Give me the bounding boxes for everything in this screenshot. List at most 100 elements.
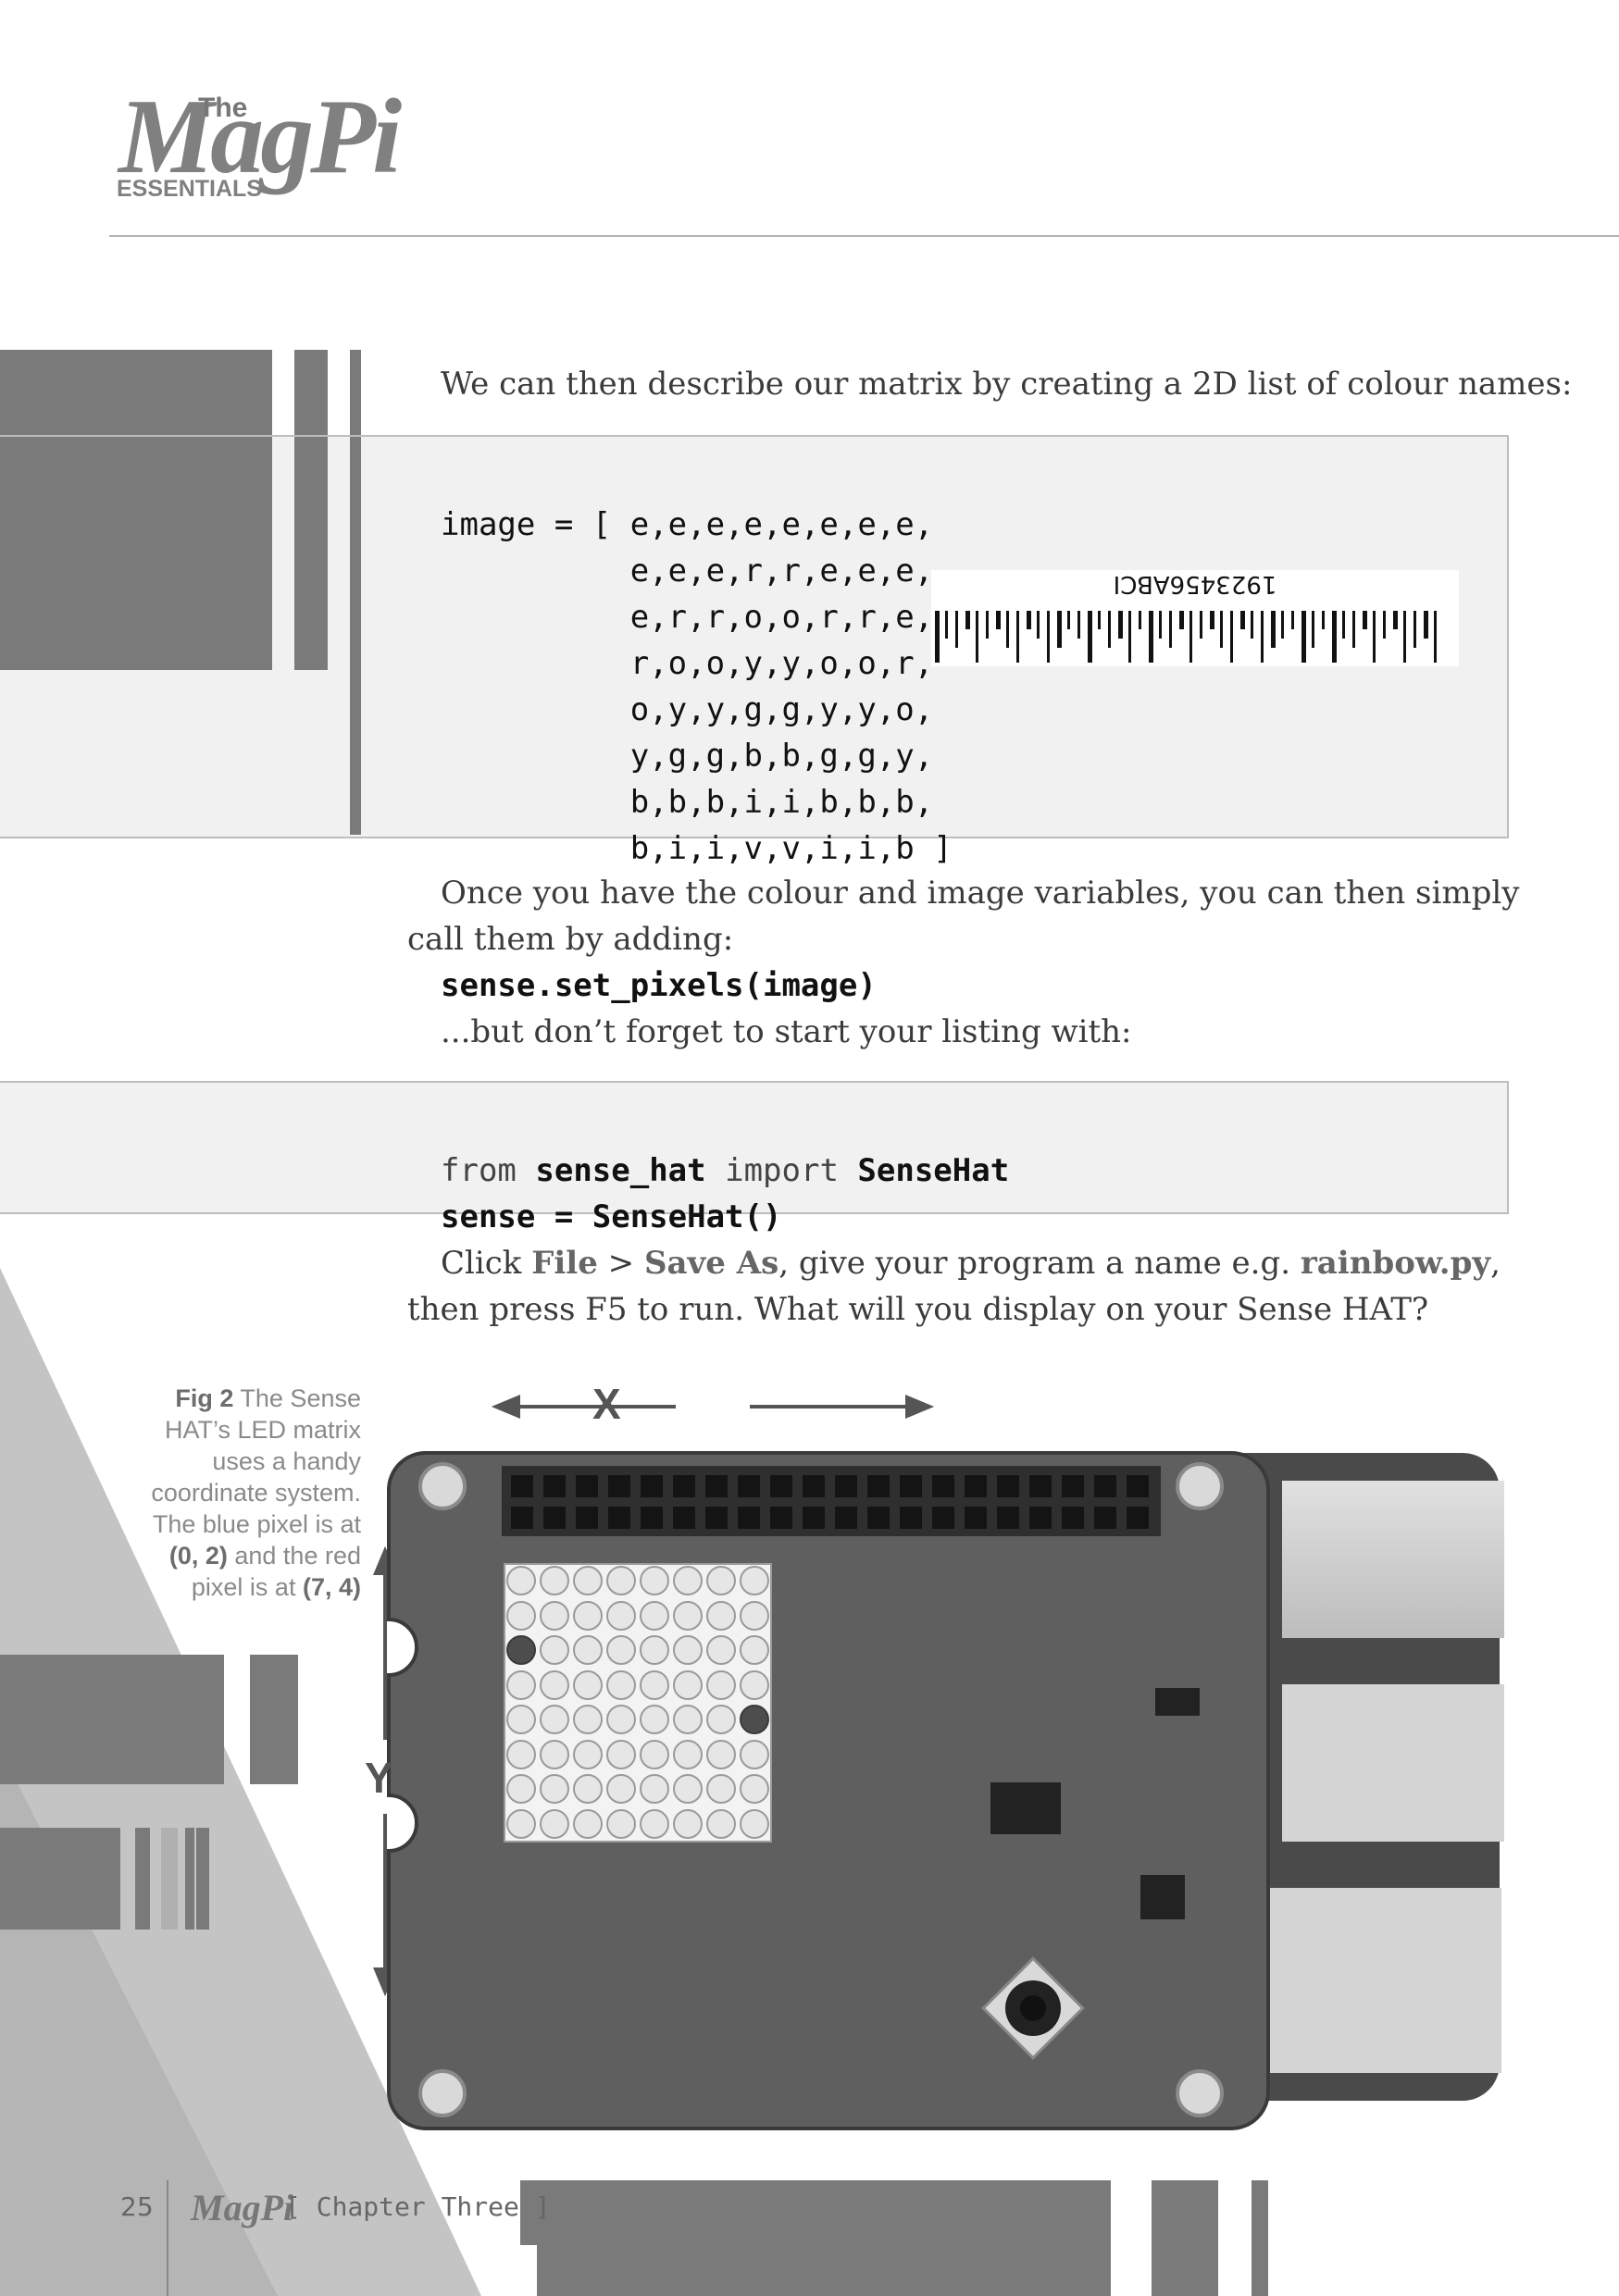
led-pixel xyxy=(673,1566,703,1595)
led-pixel xyxy=(540,1739,569,1769)
barcode-bar xyxy=(1363,611,1367,629)
led-pixel xyxy=(506,1669,536,1700)
led-pixel xyxy=(706,1600,736,1631)
barcode-bar xyxy=(986,611,989,639)
barcode-bar xyxy=(1067,611,1070,629)
gpio-pin xyxy=(770,1507,792,1529)
led-pixel xyxy=(740,1739,769,1769)
barcode-bar xyxy=(935,611,940,663)
caption-text: pixel is at xyxy=(191,1573,303,1601)
barcode-bar xyxy=(1159,611,1162,639)
led-pixel xyxy=(740,1635,769,1665)
barcode-bar xyxy=(1261,611,1264,663)
barcode-bar xyxy=(1312,611,1314,648)
led-pixel xyxy=(640,1600,669,1631)
gpio-pin xyxy=(738,1475,760,1497)
led-pixel xyxy=(673,1669,703,1700)
gpio-pin xyxy=(511,1475,533,1497)
set-pixels-code: sense.set_pixels(image) xyxy=(441,967,877,1004)
code-line: b,i,i,v,v,i,i,b ] xyxy=(441,830,953,867)
chip xyxy=(1155,1688,1200,1716)
led-pixel xyxy=(540,1774,569,1804)
save-as-label: Save As xyxy=(643,1245,779,1282)
led-pixel xyxy=(706,1774,736,1804)
gpio-pin xyxy=(673,1475,695,1497)
barcode-bar xyxy=(1301,611,1306,663)
led-pixel xyxy=(673,1774,703,1804)
chip xyxy=(1140,1875,1185,1919)
magpi-logo-essentials: ESSENTIALS xyxy=(117,176,262,202)
barcode-bar xyxy=(1200,611,1202,639)
chip xyxy=(990,1782,1061,1834)
y-axis-label: Y xyxy=(365,1754,393,1802)
decor-block xyxy=(537,2180,1111,2296)
footer-divider xyxy=(167,2180,168,2296)
gpio-pin xyxy=(608,1507,630,1529)
gpio-pin xyxy=(576,1507,598,1529)
code-line: e,e,e,r,r,e,e,e, xyxy=(441,552,934,590)
gpio-pin xyxy=(543,1507,566,1529)
led-pixel xyxy=(540,1705,569,1734)
barcode-bar xyxy=(1128,611,1131,663)
led-pixel xyxy=(506,1600,536,1631)
led-pixel xyxy=(573,1739,603,1769)
intro-paragraph: We can then describe our matrix by creat… xyxy=(441,366,1573,403)
decor-block xyxy=(0,1828,120,1930)
magpi-logo: MagPi xyxy=(118,78,402,196)
caption-text: The Sense xyxy=(233,1384,361,1412)
para2-line3: ...but don’t forget to start your listin… xyxy=(441,1013,1132,1050)
code-line-import: from sense_hat import SenseHat xyxy=(441,1148,1009,1194)
gpio-pin xyxy=(511,1507,533,1529)
gpio-pin xyxy=(1094,1507,1116,1529)
gpio-pin xyxy=(932,1475,954,1497)
gpio-pin xyxy=(641,1507,663,1529)
header-rule xyxy=(109,235,1619,237)
gpio-pin xyxy=(770,1475,792,1497)
led-pixel xyxy=(606,1669,636,1700)
barcode-bar xyxy=(1077,611,1080,639)
barcode-bar xyxy=(1220,611,1223,648)
led-pixel xyxy=(506,1635,536,1665)
text: , xyxy=(1490,1245,1501,1282)
caption-coord: (7, 4) xyxy=(302,1573,361,1601)
decor-stripe xyxy=(161,1828,178,1930)
led-pixel xyxy=(573,1669,603,1700)
led-pixel xyxy=(706,1635,736,1665)
gpio-pin xyxy=(738,1507,760,1529)
barcode-bar xyxy=(1037,611,1040,639)
barcode-bar xyxy=(1281,611,1284,639)
led-pixel xyxy=(573,1566,603,1595)
caption-line: uses a handy xyxy=(212,1447,361,1475)
barcode-bar xyxy=(1393,611,1398,629)
gpio-pin xyxy=(835,1475,857,1497)
led-pixel xyxy=(706,1808,736,1839)
decor-block xyxy=(0,1655,224,1784)
keyword-import: import xyxy=(725,1152,839,1189)
gpio-pin xyxy=(576,1475,598,1497)
gpio-pin xyxy=(965,1475,987,1497)
led-pixel xyxy=(740,1566,769,1595)
para3-line1: Click File > Save As, give your program … xyxy=(441,1240,1501,1286)
barcode-bar xyxy=(1271,611,1276,648)
barcode-bar xyxy=(1424,611,1428,639)
gpio-pin xyxy=(1127,1475,1149,1497)
code-line: y,g,g,b,b,g,g,y, xyxy=(441,738,934,775)
gpio-pin xyxy=(835,1507,857,1529)
led-pixel xyxy=(673,1739,703,1769)
gpio-pin xyxy=(1062,1507,1084,1529)
barcode-bar xyxy=(945,611,948,639)
led-pixel xyxy=(573,1635,603,1665)
led-pixel xyxy=(506,1566,536,1595)
gpio-pin xyxy=(543,1475,566,1497)
led-pixel xyxy=(706,1705,736,1734)
led-pixel xyxy=(540,1566,569,1595)
barcode-bar xyxy=(1169,611,1172,648)
led-pixel xyxy=(673,1635,703,1665)
led-pixel xyxy=(606,1635,636,1665)
barcode-bar xyxy=(1047,611,1050,663)
gpio-pin xyxy=(900,1475,922,1497)
led-pixel xyxy=(540,1808,569,1839)
gpio-pin xyxy=(1127,1507,1149,1529)
barcode-bar xyxy=(1098,611,1101,629)
para2-line1: Once you have the colour and image varia… xyxy=(441,875,1520,912)
